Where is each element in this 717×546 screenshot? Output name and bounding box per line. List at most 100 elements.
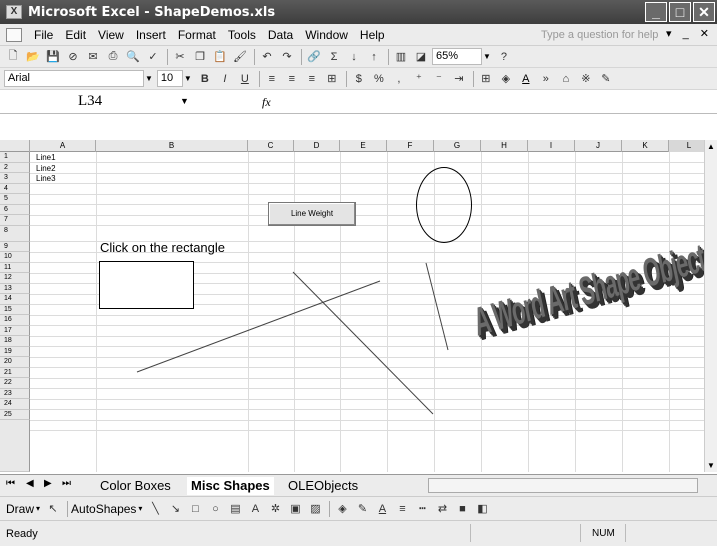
column-header-g[interactable]: G (434, 140, 481, 152)
menu-view[interactable]: View (92, 28, 130, 42)
column-header-d[interactable]: D (294, 140, 340, 152)
zoom-select[interactable]: 65% (432, 48, 482, 65)
row-header[interactable]: 12 (0, 273, 30, 284)
merge-center-icon[interactable]: ⊞ (323, 70, 341, 88)
last-sheet-icon[interactable]: ⏭ (62, 478, 71, 489)
draw-menu-button[interactable]: Draw (6, 502, 34, 516)
cell-a3[interactable]: Line3 (36, 174, 56, 183)
wordart-tool-icon[interactable]: A (246, 500, 264, 518)
picture-tool-icon[interactable]: ▨ (306, 500, 324, 518)
name-box[interactable]: L34 (78, 93, 102, 110)
first-sheet-icon[interactable]: ⏮ (6, 478, 15, 489)
wordart-shape[interactable]: A Word Art Shape Object (470, 235, 708, 348)
column-header-k[interactable]: K (622, 140, 669, 152)
menu-file[interactable]: File (28, 28, 59, 42)
row-header[interactable]: 3 (0, 173, 30, 184)
redo-icon[interactable]: ↷ (278, 48, 296, 66)
paste-icon[interactable]: 📋 (211, 48, 229, 66)
increase-decimal-icon[interactable]: ⁺ (410, 70, 428, 88)
font-color-icon[interactable]: A (517, 70, 535, 88)
row-header[interactable]: 20 (0, 357, 30, 368)
column-header-c[interactable]: C (248, 140, 294, 152)
row-header[interactable]: 2 (0, 162, 30, 173)
textbox-tool-icon[interactable]: ▤ (226, 500, 244, 518)
row-header[interactable]: 8 (0, 225, 30, 242)
arrow-tool-icon[interactable]: ↘ (166, 500, 184, 518)
font-color-tool-icon[interactable]: A (373, 500, 391, 518)
menu-window[interactable]: Window (299, 28, 354, 42)
diagram-tool-icon[interactable]: ✲ (266, 500, 284, 518)
row-header[interactable]: 18 (0, 336, 30, 347)
row-header[interactable]: 22 (0, 378, 30, 389)
font-size-select[interactable]: 10 (156, 70, 183, 87)
row-header[interactable]: 17 (0, 325, 30, 336)
open-icon[interactable]: 📂 (24, 48, 42, 66)
italic-icon[interactable]: I (216, 70, 234, 88)
column-header-a[interactable]: A (30, 140, 96, 152)
column-header-b[interactable]: B (96, 140, 248, 152)
sort-descending-icon[interactable]: ↑ (365, 48, 383, 66)
currency-icon[interactable]: $ (350, 70, 368, 88)
row-header[interactable]: 10 (0, 252, 30, 263)
select-objects-icon[interactable]: ↖ (44, 500, 62, 518)
line-color-tool-icon[interactable]: ✎ (353, 500, 371, 518)
row-header[interactable]: 25 (0, 409, 30, 420)
fill-color-icon[interactable]: ◈ (497, 70, 515, 88)
email-icon[interactable]: ✉ (84, 48, 102, 66)
row-header[interactable]: 11 (0, 262, 30, 273)
cell-a1[interactable]: Line1 (36, 153, 56, 162)
workbook-icon[interactable] (6, 27, 22, 42)
align-left-icon[interactable]: ≡ (263, 70, 281, 88)
column-header-h[interactable]: H (481, 140, 528, 152)
scroll-down-icon[interactable]: ▼ (707, 461, 715, 470)
tab-oleobjects[interactable]: OLEObjects (288, 477, 358, 495)
copy-icon[interactable]: ❐ (191, 48, 209, 66)
row-header[interactable]: 6 (0, 204, 30, 215)
oval-shape[interactable] (416, 167, 472, 243)
column-header-i[interactable]: I (528, 140, 575, 152)
fill-color-tool-icon[interactable]: ◈ (333, 500, 351, 518)
row-header[interactable]: 19 (0, 346, 30, 357)
row-header[interactable]: 13 (0, 283, 30, 294)
row-header[interactable]: 16 (0, 315, 30, 326)
autoshapes-menu-button[interactable]: AutoShapes (71, 502, 136, 516)
previous-sheet-icon[interactable]: ◀ (26, 478, 34, 489)
row-header[interactable]: 23 (0, 388, 30, 399)
tab-misc-shapes[interactable]: Misc Shapes (187, 477, 274, 495)
workbook-window-controls[interactable]: ▾ _ ✕ (666, 27, 713, 40)
column-header-f[interactable]: F (387, 140, 434, 152)
tab-color-boxes[interactable]: Color Boxes (100, 477, 171, 495)
help-question-box[interactable]: Type a question for help (537, 27, 687, 43)
toolbar-options-icon[interactable]: » (537, 70, 555, 88)
rectangle-tool-icon[interactable]: □ (186, 500, 204, 518)
font-size-dropdown-icon[interactable]: ▼ (184, 74, 192, 83)
column-header-e[interactable]: E (340, 140, 387, 152)
phonetic-icon[interactable]: ※ (577, 70, 595, 88)
line-weight-button[interactable]: Line Weight (268, 202, 356, 226)
cell-b8[interactable]: Click on the rectangle (100, 240, 225, 255)
menu-insert[interactable]: Insert (130, 28, 172, 42)
menu-edit[interactable]: Edit (59, 28, 92, 42)
shadow-style-icon[interactable]: ■ (453, 500, 471, 518)
cell-a2[interactable]: Line2 (36, 164, 56, 173)
scroll-up-icon[interactable]: ▲ (707, 142, 715, 151)
autoshapes-dropdown-icon[interactable]: ▾ (138, 504, 142, 513)
underline-icon[interactable]: U (236, 70, 254, 88)
excel-app-icon[interactable]: X (6, 5, 22, 19)
comma-icon[interactable]: , (390, 70, 408, 88)
hyperlink-icon[interactable]: 🔗 (305, 48, 323, 66)
menu-data[interactable]: Data (262, 28, 299, 42)
percent-icon[interactable]: % (370, 70, 388, 88)
print-icon[interactable]: ⎙ (104, 48, 122, 66)
row-header[interactable]: 1 (0, 152, 30, 163)
minimize-button[interactable]: _ (645, 2, 667, 22)
draw-dropdown-icon[interactable]: ▾ (36, 504, 40, 513)
menu-help[interactable]: Help (354, 28, 391, 42)
oval-tool-icon[interactable]: ○ (206, 500, 224, 518)
row-header[interactable]: 14 (0, 294, 30, 305)
cut-icon[interactable]: ✂ (171, 48, 189, 66)
asian-layout-icon[interactable]: ⌂ (557, 70, 575, 88)
align-right-icon[interactable]: ≡ (303, 70, 321, 88)
spelling-icon[interactable]: ✓ (144, 48, 162, 66)
autosum-icon[interactable]: Σ (325, 48, 343, 66)
